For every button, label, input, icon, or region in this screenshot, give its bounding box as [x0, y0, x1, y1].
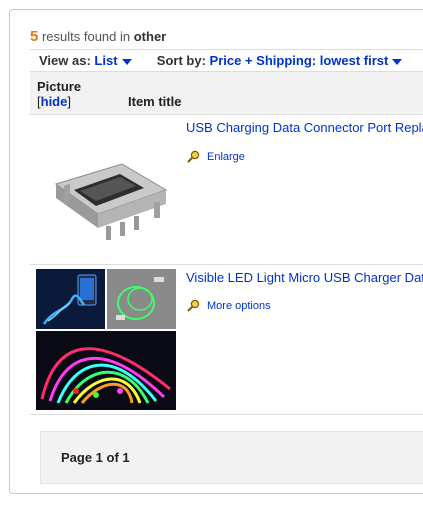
hide-pictures-link[interactable]: hide — [41, 94, 68, 109]
view-as-label: View as: — [39, 53, 91, 68]
item-thumbnail[interactable] — [36, 269, 176, 410]
led-cable-image — [36, 269, 176, 410]
results-panel: 5 results found in other View as: List S… — [9, 9, 423, 494]
view-as-dropdown[interactable]: List — [94, 53, 132, 68]
magnifier-icon — [187, 150, 200, 163]
enlarge-label: Enlarge — [207, 150, 245, 163]
table-header: Picture [hide] Item title — [30, 71, 423, 115]
bracket-close: ] — [67, 94, 71, 109]
page-indicator: Page 1 of 1 — [61, 450, 130, 465]
sort-by-label: Sort by: — [156, 53, 206, 68]
chevron-down-icon — [121, 58, 132, 65]
picture-column-header: Picture [hide] — [37, 79, 81, 109]
sort-by-value: Price + Shipping: lowest first — [209, 53, 389, 68]
view-sort-bar: View as: List Sort by: Price + Shipping:… — [39, 53, 403, 68]
table-row: Visible LED Light Micro USB Charger Data… — [30, 265, 423, 415]
table-row: USB Charging Data Connector Port Replace… — [30, 114, 423, 265]
item-thumbnail[interactable] — [36, 142, 176, 252]
chevron-down-icon — [392, 58, 403, 65]
results-text: results found in — [38, 29, 134, 44]
item-title-link[interactable]: USB Charging Data Connector Port Replace… — [186, 120, 423, 135]
magnifier-icon — [187, 299, 200, 312]
sort-by-dropdown[interactable]: Price + Shipping: lowest first — [210, 53, 403, 68]
enlarge-link[interactable]: Enlarge — [187, 150, 245, 163]
results-summary: 5 results found in other — [30, 28, 166, 45]
item-title-column-header: Item title — [128, 94, 182, 109]
picture-label: Picture — [37, 79, 82, 94]
view-as-value: List — [94, 53, 118, 68]
pagination: Page 1 of 1 — [40, 431, 423, 484]
results-category: other — [133, 29, 167, 44]
more-options-label: More options — [207, 299, 271, 312]
usb-port-image — [36, 142, 176, 252]
item-title-link[interactable]: Visible LED Light Micro USB Charger Data… — [186, 270, 423, 285]
more-options-link[interactable]: More options — [187, 299, 271, 312]
divider — [30, 49, 423, 50]
